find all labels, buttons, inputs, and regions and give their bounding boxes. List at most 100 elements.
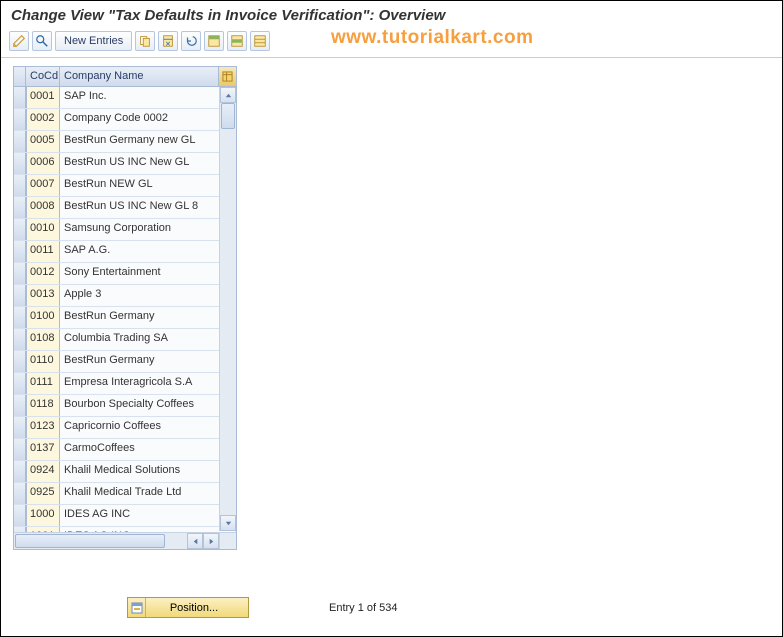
hscroll-track[interactable] (14, 533, 187, 549)
cell-cocd[interactable]: 0924 (26, 461, 60, 482)
row-selector[interactable] (14, 505, 26, 526)
scroll-up-icon[interactable] (220, 87, 236, 103)
row-selector[interactable] (14, 153, 26, 174)
row-selector[interactable] (14, 373, 26, 394)
cell-company-name[interactable]: Capricornio Coffees (60, 417, 236, 438)
cell-company-name[interactable]: Khalil Medical Solutions (60, 461, 236, 482)
cell-cocd[interactable]: 0012 (26, 263, 60, 284)
row-selector[interactable] (14, 197, 26, 218)
select-all-column-header[interactable] (14, 67, 26, 86)
table-row[interactable]: 0110BestRun Germany (14, 351, 236, 373)
row-selector[interactable] (14, 87, 26, 108)
table-row[interactable]: 0924Khalil Medical Solutions (14, 461, 236, 483)
cell-company-name[interactable]: BestRun Germany (60, 351, 236, 372)
deselect-all-icon[interactable] (250, 31, 270, 51)
table-row[interactable]: 0010Samsung Corporation (14, 219, 236, 241)
scroll-left-icon[interactable] (187, 533, 203, 549)
row-selector[interactable] (14, 219, 26, 240)
row-selector[interactable] (14, 329, 26, 350)
row-selector[interactable] (14, 175, 26, 196)
cell-cocd[interactable]: 0001 (26, 87, 60, 108)
cell-company-name[interactable]: SAP Inc. (60, 87, 236, 108)
cell-company-name[interactable]: BestRun US INC New GL 8 (60, 197, 236, 218)
table-row[interactable]: 0008BestRun US INC New GL 8 (14, 197, 236, 219)
cell-company-name[interactable]: Apple 3 (60, 285, 236, 306)
cell-cocd[interactable]: 0137 (26, 439, 60, 460)
cell-cocd[interactable]: 0006 (26, 153, 60, 174)
cell-cocd[interactable]: 0118 (26, 395, 60, 416)
horizontal-scrollbar[interactable] (14, 532, 219, 549)
table-row[interactable]: 1000IDES AG INC (14, 505, 236, 527)
select-block-icon[interactable] (227, 31, 247, 51)
cell-cocd[interactable]: 0007 (26, 175, 60, 196)
row-selector[interactable] (14, 395, 26, 416)
cell-company-name[interactable]: Sony Entertainment (60, 263, 236, 284)
cell-company-name[interactable]: BestRun Germany (60, 307, 236, 328)
details-icon[interactable] (32, 31, 52, 51)
table-row[interactable]: 0005BestRun Germany new GL (14, 131, 236, 153)
cell-company-name[interactable]: CarmoCoffees (60, 439, 236, 460)
row-selector[interactable] (14, 439, 26, 460)
table-row[interactable]: 0137CarmoCoffees (14, 439, 236, 461)
table-row[interactable]: 0100BestRun Germany (14, 307, 236, 329)
table-row[interactable]: 0011SAP A.G. (14, 241, 236, 263)
cell-company-name[interactable]: BestRun Germany new GL (60, 131, 236, 152)
table-row[interactable]: 0006BestRun US INC New GL (14, 153, 236, 175)
table-row[interactable]: 0108Columbia Trading SA (14, 329, 236, 351)
row-selector[interactable] (14, 109, 26, 130)
cell-company-name[interactable]: SAP A.G. (60, 241, 236, 262)
table-row[interactable]: 0012Sony Entertainment (14, 263, 236, 285)
cell-cocd[interactable]: 0111 (26, 373, 60, 394)
row-selector[interactable] (14, 461, 26, 482)
hscroll-thumb[interactable] (15, 534, 165, 548)
cell-cocd[interactable]: 0100 (26, 307, 60, 328)
table-row[interactable]: 0123Capricornio Coffees (14, 417, 236, 439)
toggle-display-change-icon[interactable] (9, 31, 29, 51)
cell-company-name[interactable]: BestRun NEW GL (60, 175, 236, 196)
copy-as-icon[interactable] (135, 31, 155, 51)
row-selector[interactable] (14, 131, 26, 152)
table-row[interactable]: 0118Bourbon Specialty Coffees (14, 395, 236, 417)
cell-company-name[interactable]: Bourbon Specialty Coffees (60, 395, 236, 416)
cell-company-name[interactable]: Columbia Trading SA (60, 329, 236, 350)
table-row[interactable]: 0001SAP Inc. (14, 87, 236, 109)
table-config-icon[interactable] (219, 67, 236, 86)
row-selector[interactable] (14, 307, 26, 328)
new-entries-button[interactable]: New Entries (55, 31, 132, 51)
cell-cocd[interactable]: 0010 (26, 219, 60, 240)
scroll-down-icon[interactable] (220, 515, 236, 531)
delete-icon[interactable] (158, 31, 178, 51)
row-selector[interactable] (14, 285, 26, 306)
cell-company-name[interactable]: Empresa Interagricola S.A (60, 373, 236, 394)
row-selector[interactable] (14, 241, 26, 262)
table-row[interactable]: 0111Empresa Interagricola S.A (14, 373, 236, 395)
cell-cocd[interactable]: 0013 (26, 285, 60, 306)
cell-cocd[interactable]: 0011 (26, 241, 60, 262)
undo-icon[interactable] (181, 31, 201, 51)
column-header-company-name[interactable]: Company Name (60, 67, 219, 86)
cell-cocd[interactable]: 0123 (26, 417, 60, 438)
row-selector[interactable] (14, 483, 26, 504)
position-button[interactable]: Position... (127, 597, 249, 618)
row-selector[interactable] (14, 351, 26, 372)
row-selector[interactable] (14, 417, 26, 438)
table-row[interactable]: 0013Apple 3 (14, 285, 236, 307)
row-selector[interactable] (14, 263, 26, 284)
cell-cocd[interactable]: 0008 (26, 197, 60, 218)
cell-company-name[interactable]: IDES AG INC (60, 505, 236, 526)
scroll-right-icon[interactable] (203, 533, 219, 549)
column-header-cocd[interactable]: CoCd (26, 67, 60, 86)
cell-cocd[interactable]: 0002 (26, 109, 60, 130)
table-row[interactable]: 0925Khalil Medical Trade Ltd (14, 483, 236, 505)
cell-cocd[interactable]: 0925 (26, 483, 60, 504)
cell-cocd[interactable]: 0108 (26, 329, 60, 350)
cell-company-name[interactable]: BestRun US INC New GL (60, 153, 236, 174)
cell-cocd[interactable]: 0110 (26, 351, 60, 372)
table-row[interactable]: 0002Company Code 0002 (14, 109, 236, 131)
vertical-scrollbar[interactable] (219, 87, 236, 531)
cell-cocd[interactable]: 0005 (26, 131, 60, 152)
select-all-icon[interactable] (204, 31, 224, 51)
cell-company-name[interactable]: Khalil Medical Trade Ltd (60, 483, 236, 504)
vscroll-thumb[interactable] (221, 103, 235, 129)
cell-company-name[interactable]: Company Code 0002 (60, 109, 236, 130)
